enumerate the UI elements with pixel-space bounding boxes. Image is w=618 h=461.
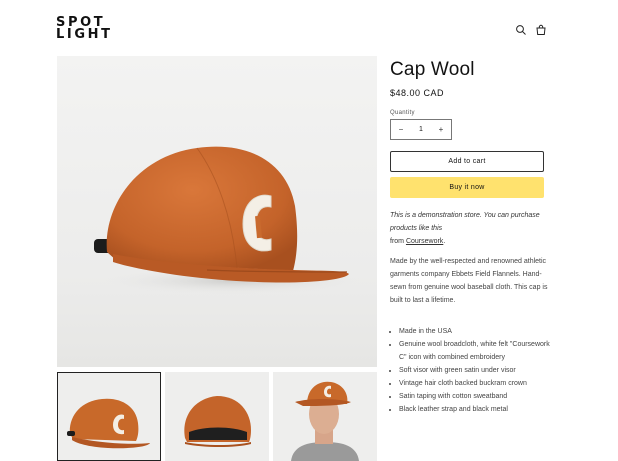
product-title: Cap Wool bbox=[390, 59, 475, 80]
quantity-increase-button[interactable]: + bbox=[431, 125, 451, 134]
cart-icon[interactable] bbox=[535, 24, 547, 36]
quantity-stepper: − 1 + bbox=[390, 119, 452, 140]
product-main-image[interactable] bbox=[57, 56, 377, 367]
feature-list: Made in the USA Genuine wool broadcloth,… bbox=[390, 325, 559, 416]
search-icon[interactable] bbox=[515, 24, 527, 36]
feature-item: Soft visor with green satin under visor bbox=[399, 364, 559, 377]
thumbnail-1[interactable] bbox=[57, 372, 161, 461]
feature-item: Black leather strap and black metal bbox=[399, 403, 559, 416]
thumbnail-cap-back bbox=[165, 372, 269, 461]
feature-item: Made in the USA bbox=[399, 325, 559, 338]
quantity-decrease-button[interactable]: − bbox=[391, 125, 411, 134]
demo-text-1: This is a demonstration store. You can p… bbox=[390, 212, 540, 232]
feature-item: Satin taping with cotton sweatband bbox=[399, 390, 559, 403]
demo-text-2: from bbox=[390, 238, 406, 245]
thumbnail-person-wearing-cap bbox=[273, 372, 377, 461]
product-price: $48.00 CAD bbox=[390, 88, 445, 98]
store-logo[interactable]: SPOT LIGHT bbox=[56, 16, 113, 42]
cap-illustration bbox=[94, 146, 367, 295]
thumbnail-cap-front bbox=[58, 373, 160, 460]
add-to-cart-button[interactable]: Add to cart bbox=[390, 151, 544, 172]
demo-text-3: . bbox=[443, 238, 446, 245]
demo-store-notice: This is a demonstration store. You can p… bbox=[390, 209, 550, 248]
logo-line-2: LIGHT bbox=[56, 27, 113, 42]
quantity-label: Quantity bbox=[390, 110, 415, 116]
thumbnail-2[interactable] bbox=[165, 372, 269, 461]
feature-item: Genuine wool broadcloth, white felt "Cou… bbox=[399, 338, 559, 364]
coursework-link[interactable]: Coursework bbox=[406, 238, 443, 245]
feature-item: Vintage hair cloth backed buckram crown bbox=[399, 377, 559, 390]
quantity-input[interactable]: 1 bbox=[411, 126, 431, 133]
buy-now-button[interactable]: Buy it now bbox=[390, 177, 544, 198]
product-description: Made by the well-respected and renowned … bbox=[390, 258, 548, 304]
thumbnail-3[interactable] bbox=[273, 372, 377, 461]
